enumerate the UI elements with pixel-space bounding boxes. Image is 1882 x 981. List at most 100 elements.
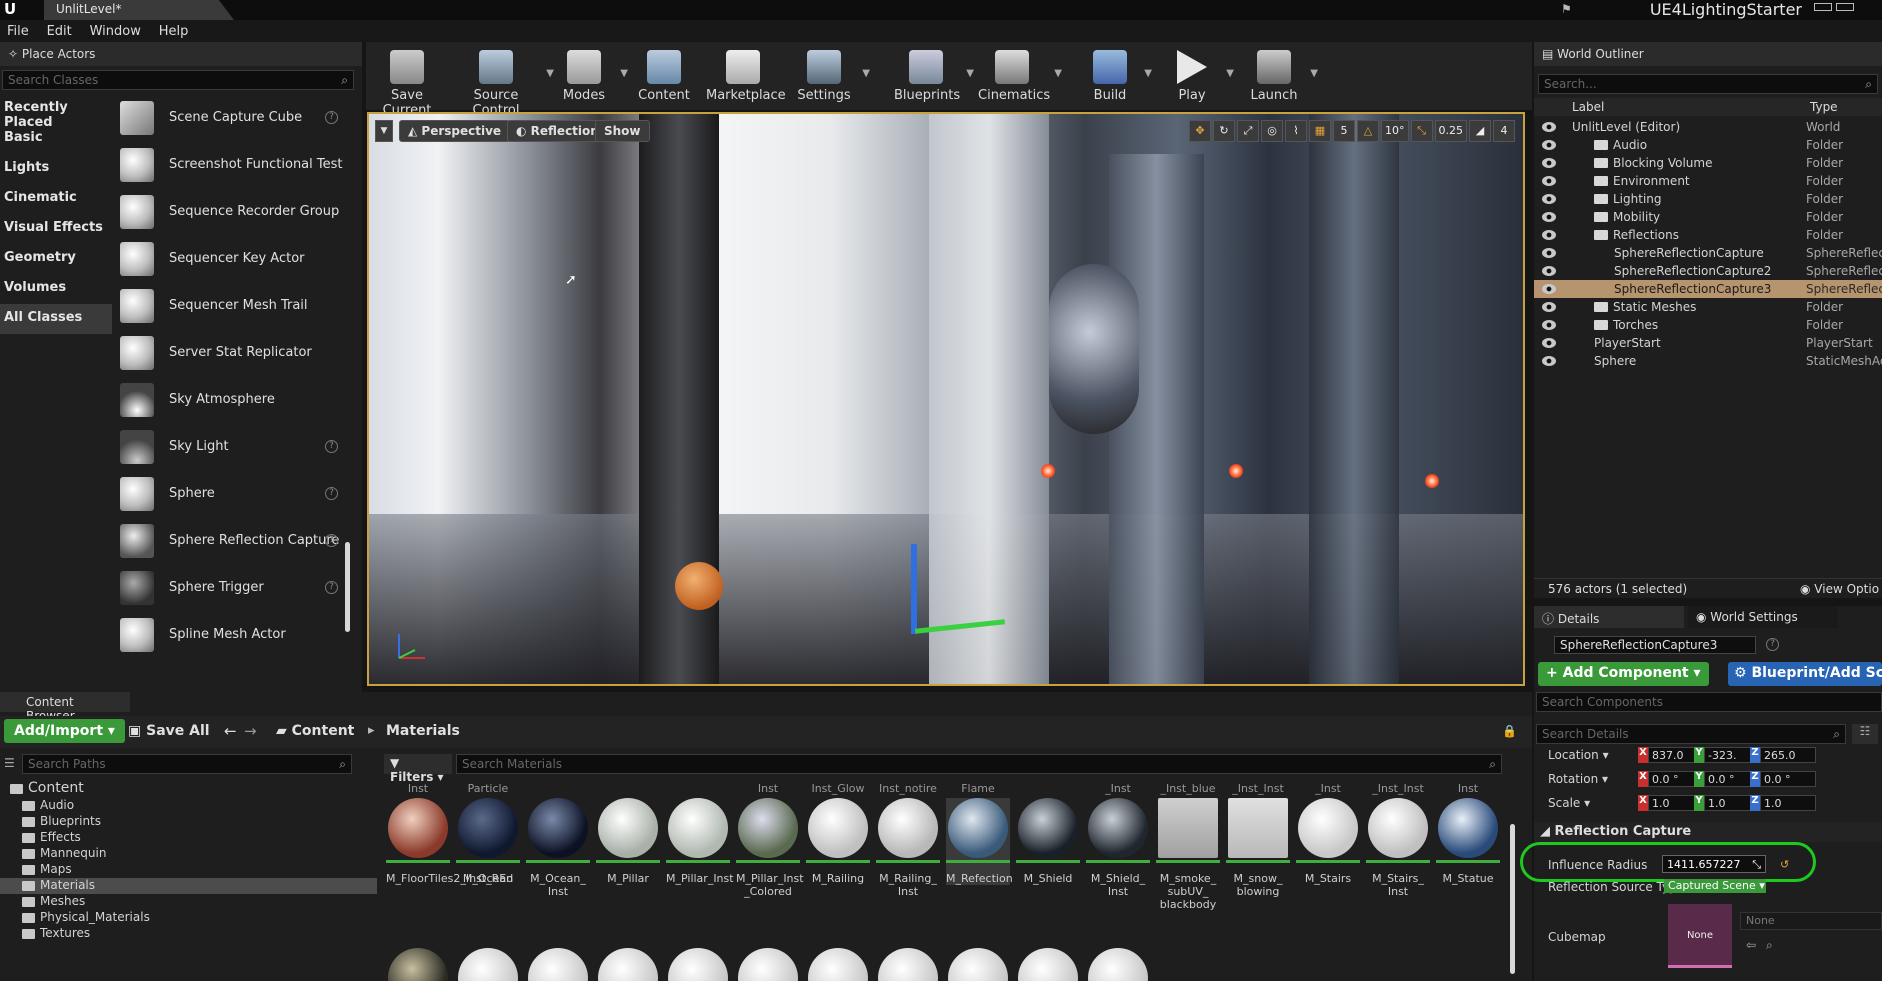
tree-item[interactable]: Meshes (0, 894, 377, 910)
category-recently-placed[interactable]: Recently Placed (0, 94, 112, 130)
category-lights[interactable]: Lights (0, 154, 112, 184)
menu-edit[interactable]: Edit (40, 20, 79, 43)
list-item[interactable]: Sphere Reflection Capture? (112, 517, 348, 564)
actor-name-field[interactable]: SphereReflectionCapture3 (1554, 636, 1756, 654)
menu-file[interactable]: File (0, 20, 36, 43)
back-icon[interactable]: ← (224, 722, 237, 740)
search-details-input[interactable]: Search Details ⌕ (1536, 724, 1846, 744)
visibility-eye-icon[interactable] (1542, 140, 1556, 150)
reflection-capture-section[interactable]: ◢ Reflection Capture (1534, 822, 1882, 842)
breadcrumb-materials[interactable]: Materials (386, 723, 460, 739)
tree-item[interactable]: Maps (0, 862, 377, 878)
outliner-row[interactable]: Environment Folder (1534, 172, 1882, 190)
material-thumbnail[interactable] (808, 948, 868, 981)
tree-item[interactable]: Materials (0, 878, 377, 894)
chevron-down-icon[interactable]: ▼ (1054, 68, 1062, 79)
scale-label[interactable]: Scale ▾ (1548, 796, 1590, 810)
category-all-classes[interactable]: All Classes (0, 304, 112, 334)
details-tab[interactable]: ⓘ Details (1534, 606, 1684, 628)
add-import-button[interactable]: Add/Import ▾ (4, 719, 125, 743)
content-browser-tab[interactable]: Content Browser (0, 692, 130, 723)
asset-tile[interactable]: _Inst_Inst M_Stairs_ Inst (1366, 782, 1430, 898)
angle-snap-icon[interactable]: △ (1357, 120, 1379, 142)
asset-tile[interactable]: M_Pillar_Inst (666, 798, 734, 885)
camera-speed[interactable]: 4 (1493, 120, 1515, 142)
outliner-row[interactable]: SphereReflectionCapture2 SphereReflect (1534, 262, 1882, 280)
tree-item[interactable]: Blueprints (0, 814, 377, 830)
list-item[interactable]: Sphere Trigger? (112, 564, 348, 611)
outliner-row[interactable]: Mobility Folder (1534, 208, 1882, 226)
visibility-eye-icon[interactable] (1542, 212, 1556, 222)
search-components-input[interactable]: Search Components (1536, 692, 1882, 712)
grid-snap-icon[interactable]: ▦ (1309, 120, 1331, 142)
list-item[interactable]: Sphere? (112, 470, 348, 517)
browse-icon[interactable]: ⌕ (1766, 938, 1773, 953)
category-cinematic[interactable]: Cinematic (0, 184, 112, 214)
category-volumes[interactable]: Volumes (0, 274, 112, 304)
place-actors-tab[interactable]: ✧ Place Actors (0, 42, 362, 66)
material-thumbnail[interactable] (668, 948, 728, 981)
asset-tile[interactable]: Flame M_Refection (946, 782, 1013, 885)
visibility-eye-icon[interactable] (1542, 158, 1556, 168)
window-controls[interactable] (1812, 0, 1882, 16)
scale-size[interactable]: 0.25 (1434, 120, 1467, 142)
chevron-down-icon[interactable]: ▼ (1144, 68, 1152, 79)
material-thumbnail[interactable] (878, 948, 938, 981)
outliner-row[interactable]: Lighting Folder (1534, 190, 1882, 208)
help-icon[interactable]: ? (1766, 638, 1779, 651)
grid-size[interactable]: 5 (1333, 120, 1355, 142)
perspective-button[interactable]: ◭ Perspective (399, 120, 511, 142)
menu-window[interactable]: Window (83, 20, 148, 43)
outliner-row[interactable]: SphereReflectionCapture SphereReflect (1534, 244, 1882, 262)
viewport-sphere[interactable] (675, 562, 723, 610)
angle-size[interactable]: 10° (1381, 120, 1409, 142)
save-all-button[interactable]: ▣ Save All (128, 723, 210, 739)
camera-speed-icon[interactable]: ◢ (1469, 120, 1491, 142)
modes-button[interactable]: Modes ▼ (556, 42, 628, 110)
help-icon[interactable]: ? (325, 487, 338, 500)
category-geometry[interactable]: Geometry (0, 244, 112, 274)
visibility-eye-icon[interactable] (1542, 248, 1556, 258)
help-icon[interactable]: ? (325, 111, 338, 124)
outliner-row[interactable]: PlayerStart PlayerStart (1534, 334, 1882, 352)
visibility-eye-icon[interactable] (1542, 338, 1556, 348)
column-label[interactable]: Label (1572, 100, 1604, 114)
asset-tile[interactable]: _Inst_blue M_smoke_ subUV_ blackbody (1156, 782, 1220, 911)
asset-tile[interactable]: _Inst M_Stairs (1296, 782, 1360, 885)
scale-icon[interactable]: ⤢ (1237, 120, 1259, 142)
view-options-icon[interactable]: ☷ (1852, 724, 1878, 744)
chevron-down-icon[interactable]: ▼ (862, 68, 870, 79)
material-thumbnail[interactable] (528, 948, 588, 981)
add-component-button[interactable]: + Add Component ▾ (1538, 662, 1709, 686)
outliner-row[interactable]: Blocking Volume Folder (1534, 154, 1882, 172)
chevron-down-icon[interactable]: ▼ (620, 68, 628, 79)
rotation-z-field[interactable]: 0.0 ° (1760, 771, 1816, 787)
viewport-menu-button[interactable]: ▼ (375, 120, 393, 142)
show-button[interactable]: Show (595, 120, 650, 142)
world-outliner-tab[interactable]: ▤ World Outliner (1534, 42, 1882, 66)
sources-toggle-icon[interactable]: ☰ (4, 756, 15, 770)
view-options-button[interactable]: ◉ View Optio (1800, 582, 1879, 596)
visibility-eye-icon[interactable] (1542, 176, 1556, 186)
outliner-row[interactable]: Static Meshes Folder (1534, 298, 1882, 316)
content-button[interactable]: Content (636, 42, 692, 110)
material-thumbnail[interactable] (388, 948, 448, 981)
visibility-eye-icon[interactable] (1542, 284, 1556, 294)
menu-help[interactable]: Help (152, 20, 196, 43)
material-thumbnail[interactable] (1088, 948, 1148, 981)
asset-tile[interactable]: Inst_notire M_Railing_ Inst (876, 782, 940, 898)
list-item[interactable]: Screenshot Functional Test (112, 141, 348, 188)
asset-tile[interactable]: M_Shield (1016, 798, 1080, 885)
tree-item[interactable]: Textures (0, 926, 377, 942)
asset-tile[interactable]: _Inst M_Shield_ Inst (1086, 782, 1150, 898)
chevron-down-icon[interactable]: ▼ (1226, 68, 1234, 79)
list-item[interactable]: Sequencer Key Actor (112, 235, 348, 282)
location-label[interactable]: Location ▾ (1548, 748, 1609, 762)
material-thumbnail[interactable] (948, 948, 1008, 981)
cubemap-asset-picker[interactable]: None (1740, 912, 1882, 930)
list-item[interactable]: Sequencer Mesh Trail (112, 282, 348, 329)
asset-tile[interactable]: M_Pillar (596, 798, 660, 885)
list-item[interactable]: Spline Mesh Actor (112, 611, 348, 658)
asset-tile[interactable]: Inst M_FloorTiles2_Inst_REd (386, 782, 513, 885)
list-item[interactable]: Server Stat Replicator (112, 329, 348, 376)
